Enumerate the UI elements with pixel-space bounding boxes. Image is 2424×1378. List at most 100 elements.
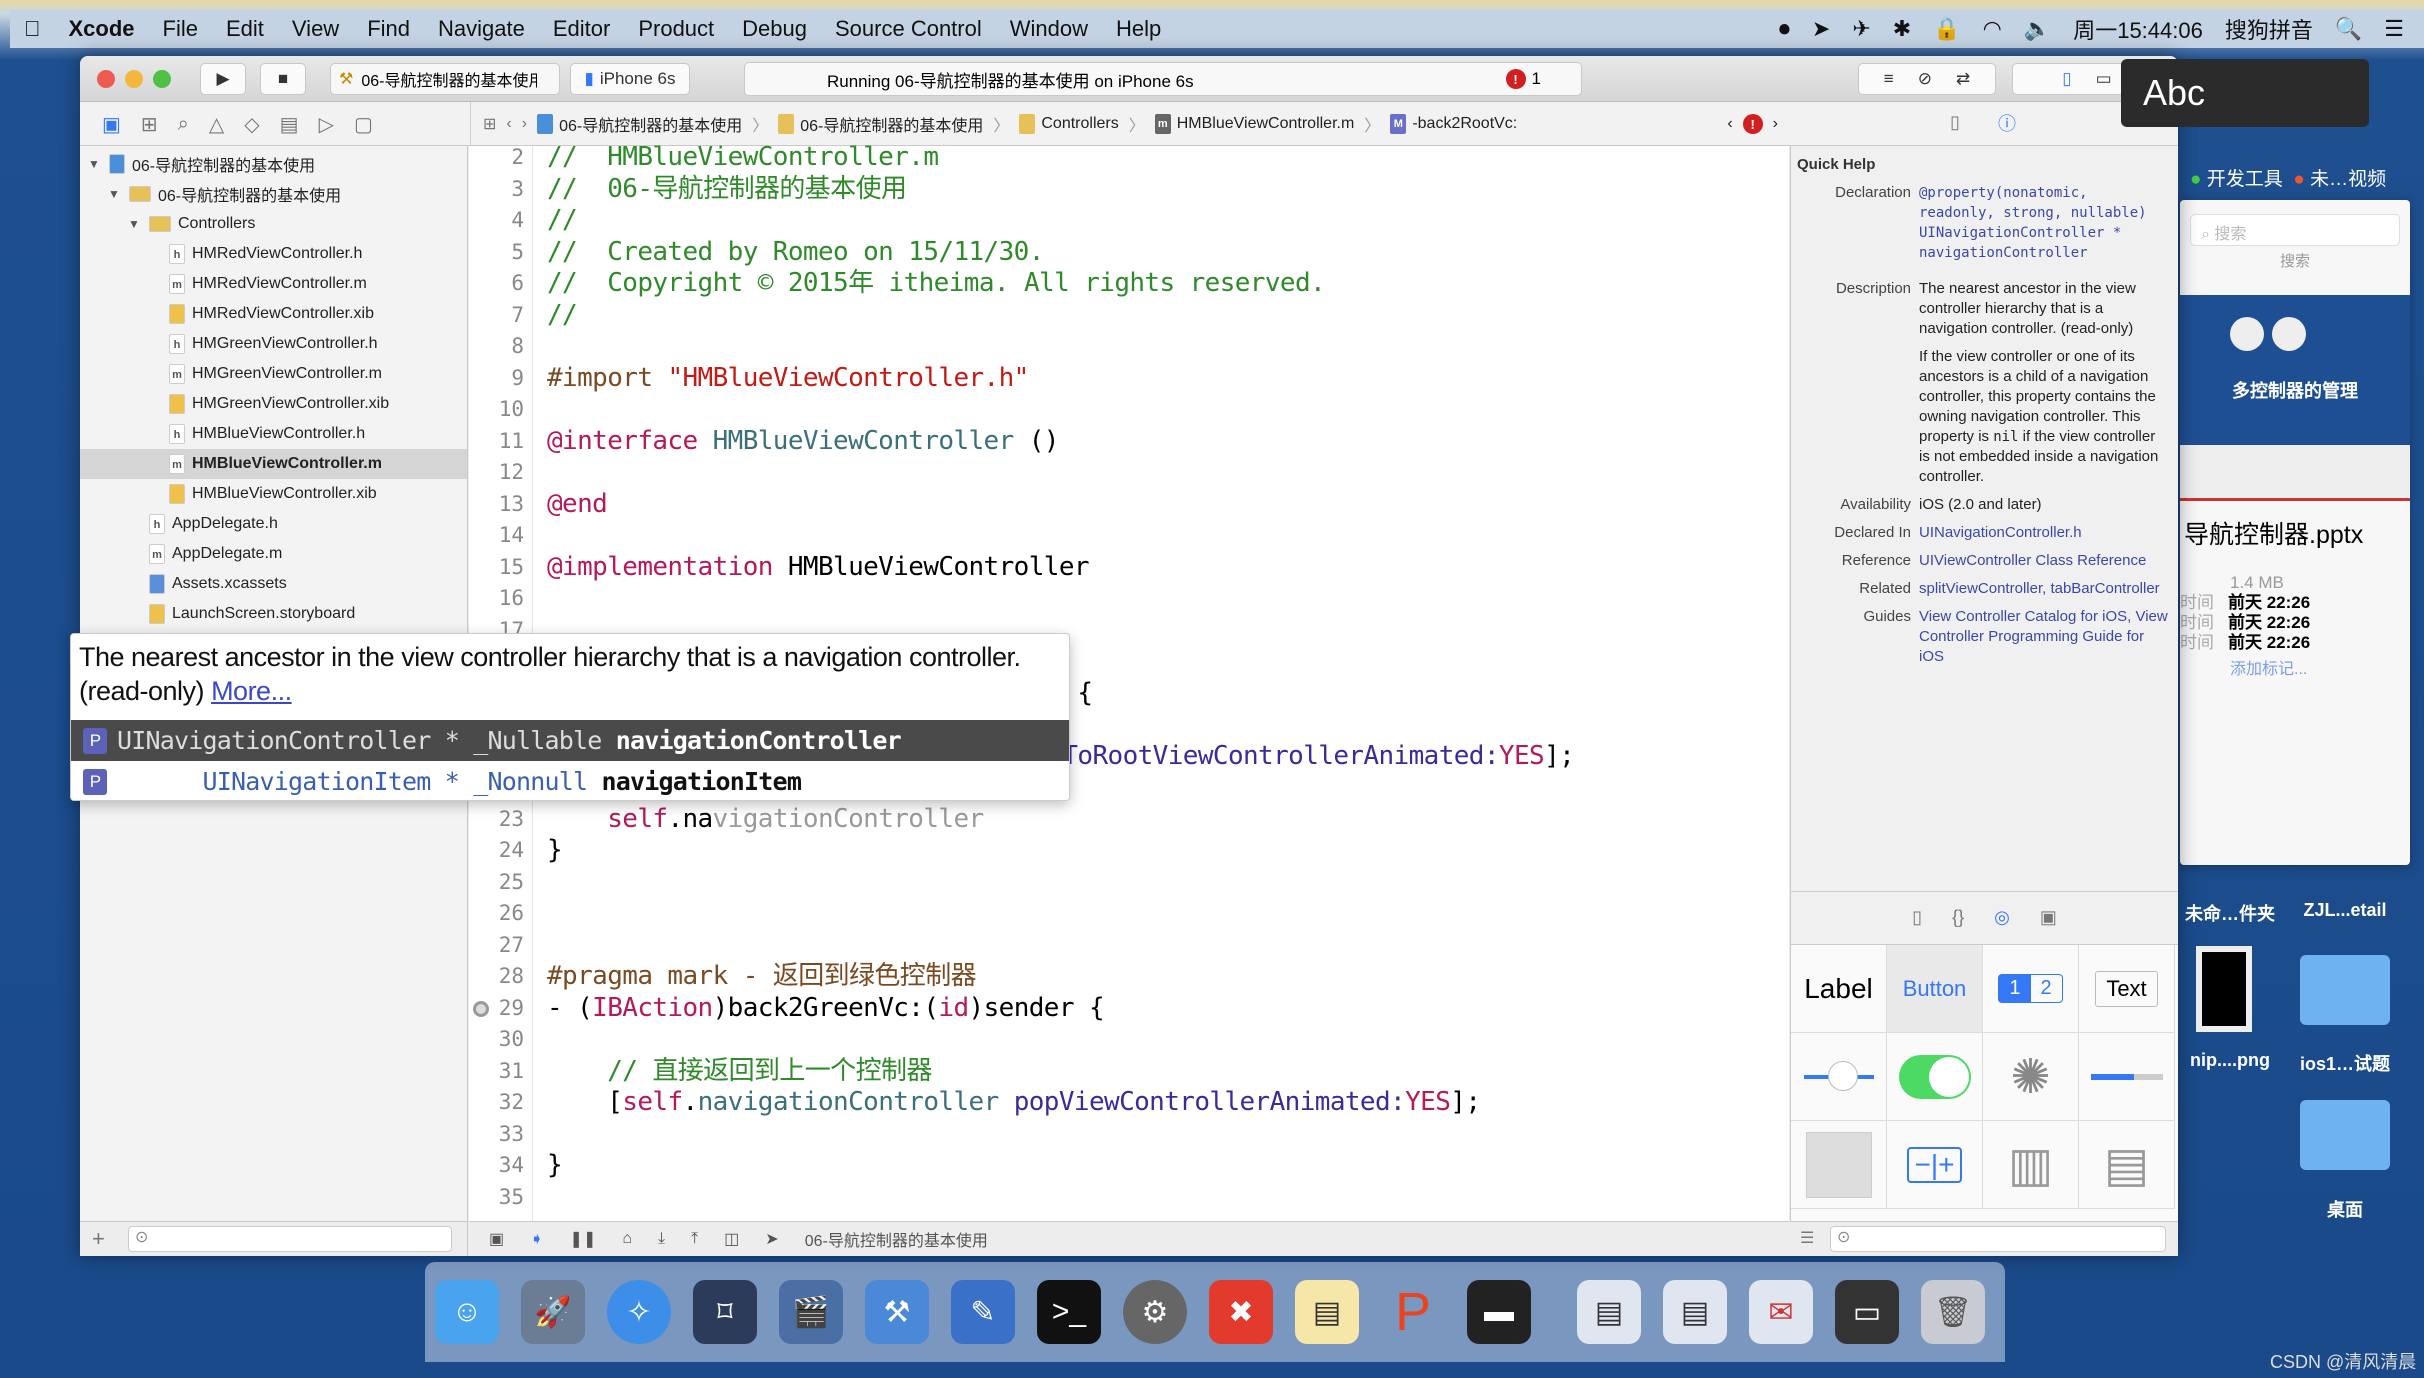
code-line[interactable]: // bbox=[547, 205, 578, 237]
png-file-icon[interactable] bbox=[2196, 946, 2252, 1032]
tag-videos[interactable]: 未…视频 bbox=[2310, 169, 2386, 190]
zoom-window-button[interactable] bbox=[153, 70, 171, 88]
menu-app[interactable]: Xcode bbox=[55, 16, 149, 42]
screen-stack-icon[interactable]: ▭ bbox=[1835, 1280, 1899, 1344]
menu-navigate[interactable]: Navigate bbox=[424, 16, 539, 42]
finder-icon[interactable]: ☺ bbox=[435, 1280, 499, 1344]
console-icon[interactable]: ▬ bbox=[1467, 1280, 1531, 1344]
completion-item[interactable]: P UINavigationController * _Nullable navi… bbox=[71, 720, 1069, 761]
next-issue-icon[interactable]: › bbox=[1773, 115, 1778, 133]
clock[interactable]: 周一15:44:06 bbox=[2073, 13, 2203, 45]
previous-issue-icon[interactable]: ‹ bbox=[1727, 115, 1732, 133]
navigator-item[interactable]: h HMGreenViewController.h bbox=[80, 329, 467, 359]
library-filter-input[interactable]: ⊙ bbox=[1830, 1226, 2166, 1252]
test-navigator-icon[interactable]: ◇ bbox=[244, 112, 259, 137]
issue-navigator-icon[interactable]: △ bbox=[209, 112, 224, 137]
library-text-field[interactable]: Text bbox=[2079, 945, 2175, 1033]
pause-icon[interactable]: ❚❚ bbox=[570, 1229, 597, 1249]
related-links[interactable]: splitViewController, tabBarController bbox=[1919, 579, 2169, 599]
library-label[interactable]: Label bbox=[1791, 945, 1887, 1033]
back-icon[interactable]: ‹ bbox=[506, 115, 511, 133]
run-button[interactable]: ▶ bbox=[200, 63, 246, 95]
desktop-file-label[interactable]: 桌面 bbox=[2285, 1196, 2405, 1222]
menu-source-control[interactable]: Source Control bbox=[821, 16, 996, 42]
breadcrumb-group[interactable]: 06-导航控制器的基本使用 bbox=[778, 112, 983, 136]
document-stack-icon[interactable]: ▤ bbox=[1663, 1280, 1727, 1344]
disclosure-triangle-icon[interactable]: ▼ bbox=[88, 157, 102, 171]
library-progress-view[interactable] bbox=[2079, 1033, 2175, 1121]
project-navigator-icon[interactable]: ▣ bbox=[102, 112, 121, 137]
view-debugger-icon[interactable]: ◫ bbox=[724, 1229, 739, 1249]
breadcrumb-controllers[interactable]: Controllers bbox=[1019, 114, 1119, 134]
spotlight-icon[interactable]: 🔍 bbox=[2335, 16, 2362, 42]
debug-target[interactable]: 06-导航控制器的基本使用 bbox=[805, 1227, 988, 1251]
xmind-icon[interactable]: ✖ bbox=[1209, 1280, 1273, 1344]
wifi-icon[interactable]: ◠ bbox=[1983, 16, 2002, 42]
location-icon[interactable]: ➤ bbox=[1812, 16, 1830, 42]
airplane-icon[interactable]: ✈ bbox=[1852, 16, 1870, 42]
navigator-item[interactable]: m HMGreenViewController.m bbox=[80, 359, 467, 389]
more-link[interactable]: More... bbox=[211, 676, 292, 706]
code-line[interactable]: @end bbox=[547, 489, 608, 521]
error-indicator[interactable]: ! 1 bbox=[1505, 69, 1541, 89]
code-line[interactable]: } bbox=[547, 1150, 563, 1182]
code-line[interactable]: [self.navigationController popViewContro… bbox=[547, 1087, 1481, 1119]
navigator-item[interactable]: h AppDelegate.h bbox=[80, 509, 467, 539]
bluetooth-icon[interactable]: ✱ bbox=[1893, 16, 1911, 42]
code-line[interactable]: #pragma mark - 返回到绿色控制器 bbox=[547, 961, 977, 993]
photo-app-icon[interactable]: 🎬 bbox=[779, 1280, 843, 1344]
navigator-item[interactable]: LaunchScreen.storyboard bbox=[80, 599, 467, 629]
navigator-item[interactable]: HMRedViewController.xib bbox=[80, 299, 467, 329]
code-line[interactable]: #import "HMBlueViewController.h" bbox=[547, 363, 1029, 395]
report-navigator-icon[interactable]: ▢ bbox=[354, 112, 373, 137]
navigator-item[interactable]: m HMRedViewController.m bbox=[80, 269, 467, 299]
navigator-item[interactable]: m AppDelegate.m bbox=[80, 539, 467, 569]
library-table-view[interactable]: ▤ bbox=[2079, 1121, 2175, 1209]
navigator-filter-input[interactable]: ⊙ bbox=[128, 1226, 452, 1252]
breadcrumb-file[interactable]: m HMBlueViewController.m bbox=[1154, 114, 1354, 134]
code-line[interactable]: // 06-导航控制器的基本使用 bbox=[547, 174, 907, 206]
reference-link[interactable]: UIViewController Class Reference bbox=[1919, 551, 2169, 571]
notification-center-icon[interactable]: ☰ bbox=[2384, 16, 2404, 42]
document-stack-icon[interactable]: ▤ bbox=[1577, 1280, 1641, 1344]
library-segmented-control[interactable]: 12 bbox=[1983, 945, 2079, 1033]
menu-window[interactable]: Window bbox=[996, 16, 1102, 42]
trash-icon[interactable]: 🗑 bbox=[1921, 1280, 1985, 1344]
menu-edit[interactable]: Edit bbox=[212, 16, 278, 42]
step-into-icon[interactable]: ⤓ bbox=[658, 1230, 665, 1248]
navigator-item[interactable]: Assets.xcassets bbox=[80, 569, 467, 599]
editor-mode-buttons[interactable]: ≡ ⊘ ⇄ bbox=[1858, 63, 1996, 95]
launchpad-icon[interactable]: 🚀 bbox=[521, 1280, 585, 1344]
code-snippet-library-icon[interactable]: {} bbox=[1952, 907, 1964, 928]
code-line[interactable]: - (IBAction)back2GreenVc:(id)sender { bbox=[547, 993, 1105, 1025]
navigator-item[interactable]: ▼ 06-导航控制器的基本使用 bbox=[80, 179, 467, 209]
code-line[interactable]: @implementation HMBlueViewController bbox=[547, 552, 1090, 584]
completion-item[interactable]: P UINavigationItem * _Nonnull navigation… bbox=[71, 761, 1069, 800]
disclosure-triangle-icon[interactable]: ▼ bbox=[108, 187, 122, 201]
library-stepper[interactable]: −|+ bbox=[1887, 1121, 1983, 1209]
guides-links[interactable]: View Controller Catalog for iOS, View Co… bbox=[1919, 607, 2169, 667]
menu-product[interactable]: Product bbox=[624, 16, 728, 42]
device-selector[interactable]: ▮ iPhone 6s bbox=[570, 63, 690, 95]
forward-icon[interactable]: › bbox=[522, 115, 527, 133]
breakpoints-toggle-icon[interactable]: ➧ bbox=[530, 1229, 543, 1249]
error-icon[interactable]: ! bbox=[1742, 114, 1763, 134]
hide-debug-area-icon[interactable]: ▣ bbox=[489, 1229, 504, 1249]
menu-debug[interactable]: Debug bbox=[728, 16, 821, 42]
input-method[interactable]: 搜狗拼音 bbox=[2225, 13, 2313, 45]
navigator-item[interactable]: ▼ Controllers bbox=[80, 209, 467, 239]
symbol-navigator-icon[interactable]: ⊞ bbox=[141, 112, 158, 137]
library-switch[interactable] bbox=[1887, 1033, 1983, 1121]
library-activity-indicator[interactable]: ✺ bbox=[1983, 1033, 2079, 1121]
notes-icon[interactable]: ▤ bbox=[1295, 1280, 1359, 1344]
desktop-file-label[interactable]: ZJL...etail bbox=[2285, 900, 2405, 921]
library-page-control[interactable] bbox=[1791, 1121, 1887, 1209]
code-line[interactable]: // bbox=[547, 300, 578, 332]
safari-icon[interactable]: ✧ bbox=[607, 1280, 671, 1344]
debug-navigator-icon[interactable]: ▤ bbox=[280, 112, 299, 137]
system-preferences-icon[interactable]: ⚙ bbox=[1123, 1280, 1187, 1344]
navigator-item[interactable]: h HMBlueViewController.h bbox=[80, 419, 467, 449]
simulate-location-icon[interactable]: ➤ bbox=[765, 1229, 778, 1249]
code-line[interactable]: // HMBlueViewController.m bbox=[547, 142, 939, 174]
desktop-file-label[interactable]: 未命…件夹 bbox=[2170, 900, 2290, 926]
